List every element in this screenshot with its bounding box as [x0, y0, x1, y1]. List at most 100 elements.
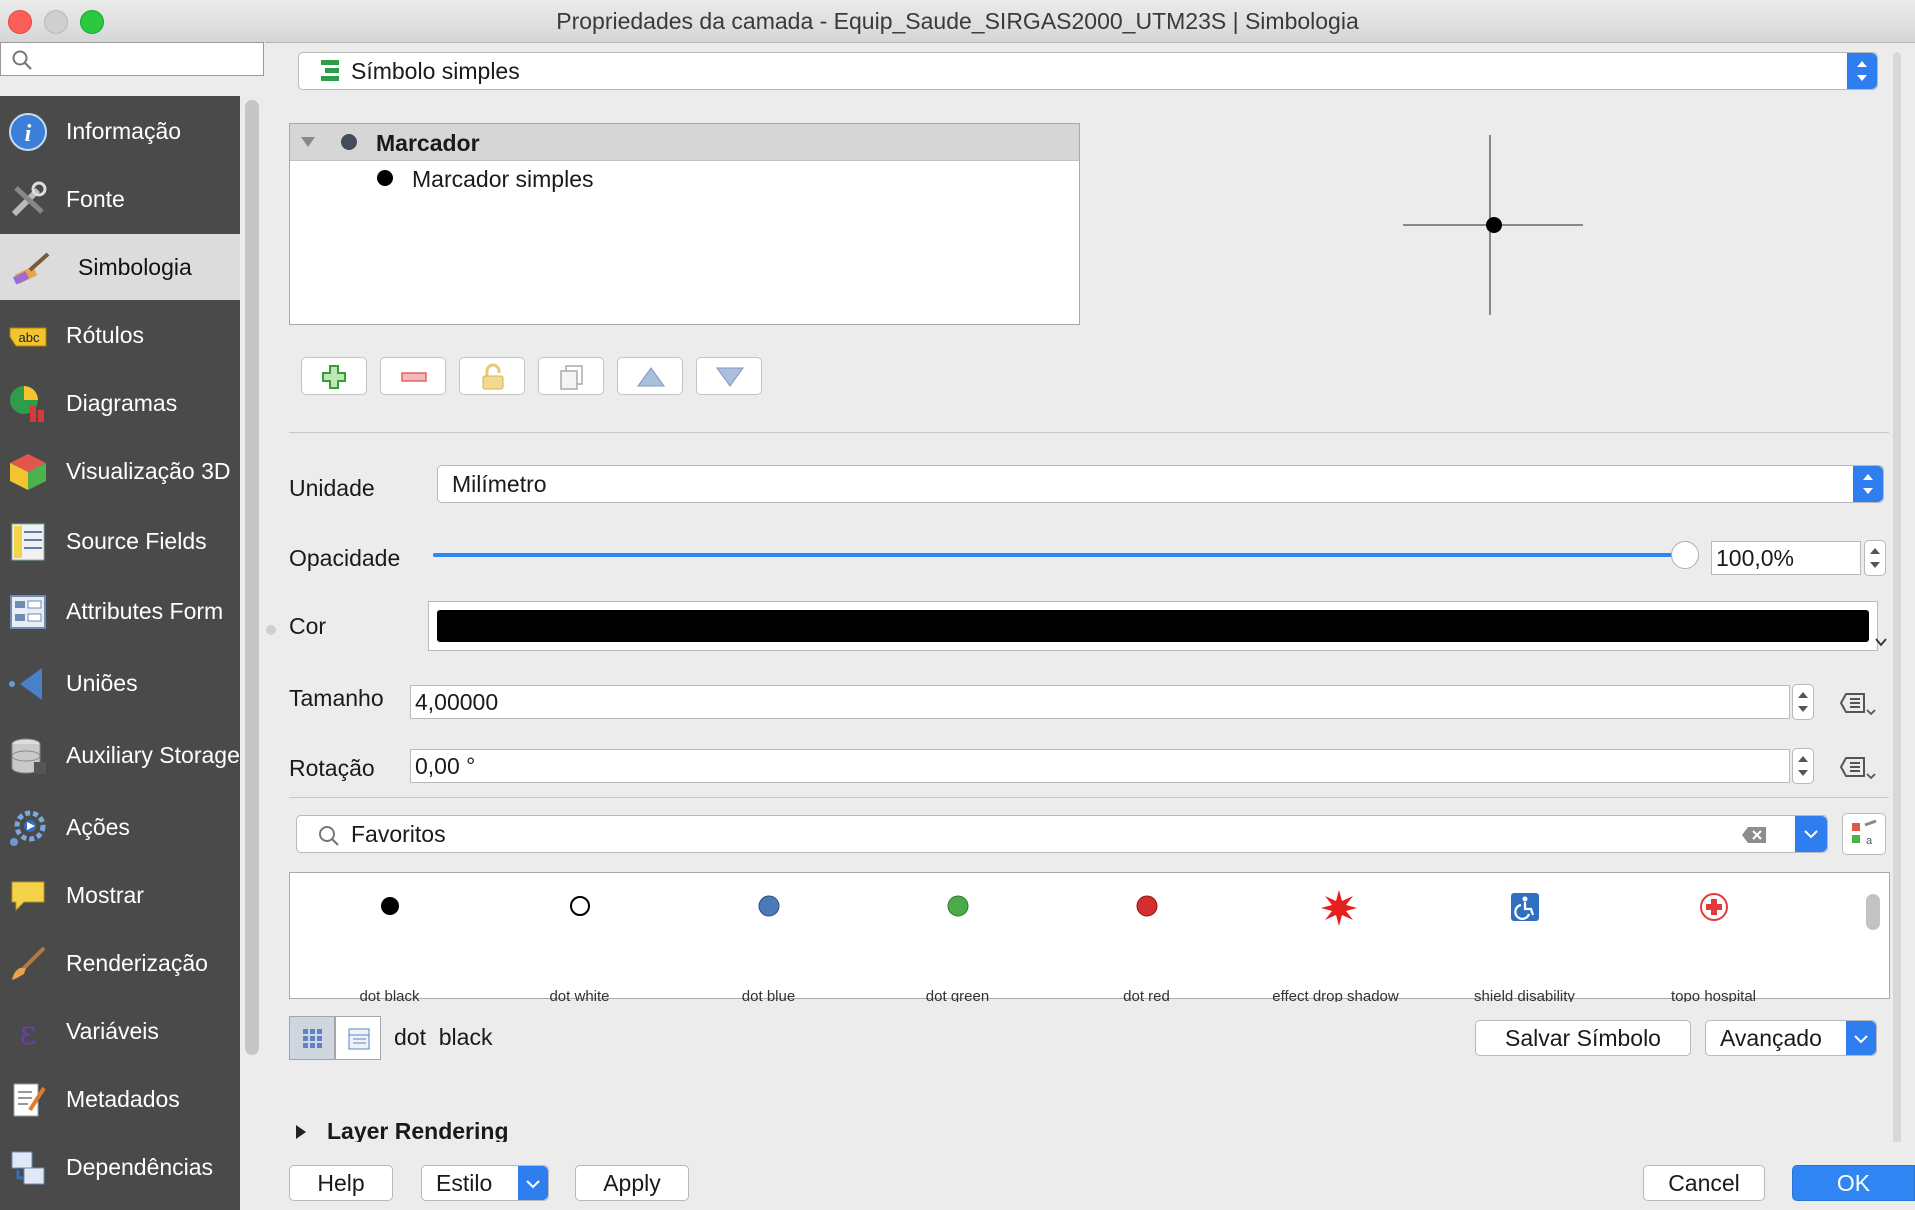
- size-data-defined-button[interactable]: [1838, 686, 1878, 720]
- style-menu-button[interactable]: Estilo: [421, 1165, 549, 1201]
- advanced-button[interactable]: Avançado: [1705, 1020, 1877, 1056]
- opacity-spin-buttons[interactable]: [1864, 540, 1886, 576]
- library-filter-dropdown[interactable]: [1795, 816, 1827, 852]
- symbol-name: dot blue: [741, 988, 796, 1002]
- sidebar-item-metadados[interactable]: Metadados: [0, 1066, 240, 1132]
- abc-label-icon: abc: [9, 327, 47, 347]
- simple-marker-dot-icon: [377, 170, 393, 186]
- symbol-dot-blue[interactable]: dot blue: [676, 880, 861, 1002]
- symbol-topo-hospital[interactable]: topo hospital: [1621, 880, 1806, 1002]
- gallery-scrollbar-thumb[interactable]: [1866, 894, 1880, 930]
- dependencies-icon: [11, 1151, 45, 1185]
- sidebar-item-source-fields[interactable]: Source Fields: [0, 508, 240, 574]
- rotation-spin-buttons[interactable]: [1792, 748, 1814, 784]
- epsilon-icon: ε: [19, 1013, 37, 1052]
- size-spin-buttons[interactable]: [1792, 684, 1814, 720]
- svg-text:i: i: [25, 121, 32, 147]
- cancel-button[interactable]: Cancel: [1643, 1165, 1765, 1201]
- sidebar-drag-handle[interactable]: [266, 625, 276, 635]
- sidebar-item-label: Fonte: [66, 185, 125, 212]
- duplicate-layer-button[interactable]: [538, 357, 604, 395]
- sidebar-item-rotulos[interactable]: abc Rótulos: [0, 302, 240, 368]
- chevron-down-icon: [526, 1180, 540, 1189]
- symbol-preview: [1403, 135, 1583, 315]
- opacity-field[interactable]: 100,0%: [1711, 541, 1861, 575]
- symbol-dot-white[interactable]: dot white: [487, 880, 672, 1002]
- renderer-type-arrow-icon: [1847, 53, 1877, 89]
- svg-text:abc: abc: [19, 330, 40, 345]
- move-up-button[interactable]: [617, 357, 683, 395]
- symbol-name: dot green: [925, 988, 990, 1002]
- color-dropdown-chevron-icon[interactable]: [1874, 636, 1888, 648]
- color-label: Cor: [289, 613, 327, 639]
- sidebar-item-acoes[interactable]: Ações: [0, 794, 240, 860]
- help-button[interactable]: Help: [289, 1165, 393, 1201]
- sidebar-item-mostrar[interactable]: Mostrar: [0, 862, 240, 928]
- plus-icon: [322, 365, 346, 389]
- style-manager-icon: a: [1852, 819, 1877, 847]
- opacity-slider-handle[interactable]: [1671, 541, 1699, 569]
- unit-value: Milímetro: [452, 470, 547, 497]
- symbol-name: dot white: [549, 988, 610, 1002]
- rotation-data-defined-button[interactable]: [1838, 750, 1878, 784]
- symbol-dot-green[interactable]: dot green: [865, 880, 1050, 1002]
- symbol-dot-black[interactable]: dot black: [297, 880, 482, 1002]
- tree-row-marcador[interactable]: Marcador: [290, 124, 1079, 161]
- arrow-down-icon: [716, 367, 744, 387]
- unit-combo[interactable]: Milímetro: [437, 465, 1884, 503]
- color-button[interactable]: [428, 601, 1878, 651]
- sidebar-item-fonte[interactable]: Fonte: [0, 166, 240, 232]
- layer-rendering-section[interactable]: Layer Rendering: [289, 1118, 1869, 1142]
- symbol-name: dot black: [359, 988, 420, 1002]
- remove-layer-button[interactable]: [380, 357, 446, 395]
- sidebar-item-informacao[interactable]: i Informação: [0, 98, 240, 164]
- symbol-layer-tree: Marcador Marcador simples: [289, 123, 1080, 325]
- advanced-dropdown[interactable]: [1846, 1021, 1876, 1055]
- style-dropdown[interactable]: [518, 1166, 548, 1200]
- sidebar-item-diagramas[interactable]: Diagramas: [0, 370, 240, 436]
- sidebar-item-visualizacao-3d[interactable]: Visualização 3D: [0, 438, 240, 504]
- list-view-toggle[interactable]: [335, 1016, 381, 1060]
- color-swatch: [437, 610, 1869, 642]
- window-title: Propriedades da camada - Equip_Saude_SIR…: [556, 8, 1359, 34]
- apply-button[interactable]: Apply: [575, 1165, 689, 1201]
- move-down-button[interactable]: [696, 357, 762, 395]
- lock-layer-button[interactable]: [459, 357, 525, 395]
- sidebar-item-auxiliary-storage[interactable]: Auxiliary Storage: [0, 722, 240, 788]
- sidebar-item-renderizacao[interactable]: Renderização: [0, 930, 240, 996]
- svg-text:ε: ε: [19, 1013, 37, 1052]
- library-filter-combo[interactable]: Favoritos: [296, 815, 1828, 853]
- sidebar-item-attributes-form[interactable]: Attributes Form: [0, 578, 240, 644]
- sidebar-search-input[interactable]: [0, 42, 264, 76]
- sidebar-scrollbar[interactable]: [245, 100, 259, 1055]
- symbol-shield-disability[interactable]: shield disability: [1432, 880, 1617, 1002]
- advanced-button-label: Avançado: [1720, 1024, 1822, 1051]
- sidebar-item-label: Renderização: [66, 949, 208, 976]
- style-manager-button[interactable]: a: [1842, 813, 1886, 855]
- size-value: 4,00000: [415, 688, 499, 715]
- symbol-dot-red[interactable]: dot red: [1054, 880, 1239, 1002]
- main-scrollbar[interactable]: [1893, 52, 1901, 1202]
- opacity-slider-track[interactable]: [433, 553, 1685, 557]
- style-button-label: Estilo: [436, 1169, 493, 1196]
- sidebar-item-label: Ações: [66, 813, 130, 840]
- dot-black-icon: [381, 897, 399, 915]
- search-icon: [12, 50, 32, 70]
- sidebar-item-simbologia[interactable]: Simbologia: [0, 234, 240, 300]
- renderer-type-combo[interactable]: Símbolo simples: [298, 52, 1878, 90]
- grid-view-icon: [303, 1029, 322, 1048]
- sidebar-item-dependencias[interactable]: Dependências: [0, 1134, 240, 1200]
- sidebar-item-unioes[interactable]: Uniões: [0, 650, 240, 716]
- size-field[interactable]: 4,00000: [410, 685, 1790, 719]
- sidebar-item-label: Metadados: [66, 1085, 180, 1112]
- icon-view-toggle[interactable]: [289, 1016, 335, 1060]
- rotation-field[interactable]: 0,00 °: [410, 749, 1790, 783]
- layer-rendering-label: Layer Rendering: [327, 1118, 509, 1142]
- ok-button[interactable]: OK: [1792, 1165, 1915, 1201]
- clear-text-icon[interactable]: [1741, 826, 1767, 844]
- symbol-effect-drop-shadow[interactable]: effect drop shadow: [1243, 880, 1428, 1002]
- tree-row-marcador-simples[interactable]: Marcador simples: [290, 160, 1079, 196]
- sidebar-item-variaveis[interactable]: ε Variáveis: [0, 998, 240, 1064]
- save-symbol-button[interactable]: Salvar Símbolo: [1475, 1020, 1691, 1056]
- add-layer-button[interactable]: [301, 357, 367, 395]
